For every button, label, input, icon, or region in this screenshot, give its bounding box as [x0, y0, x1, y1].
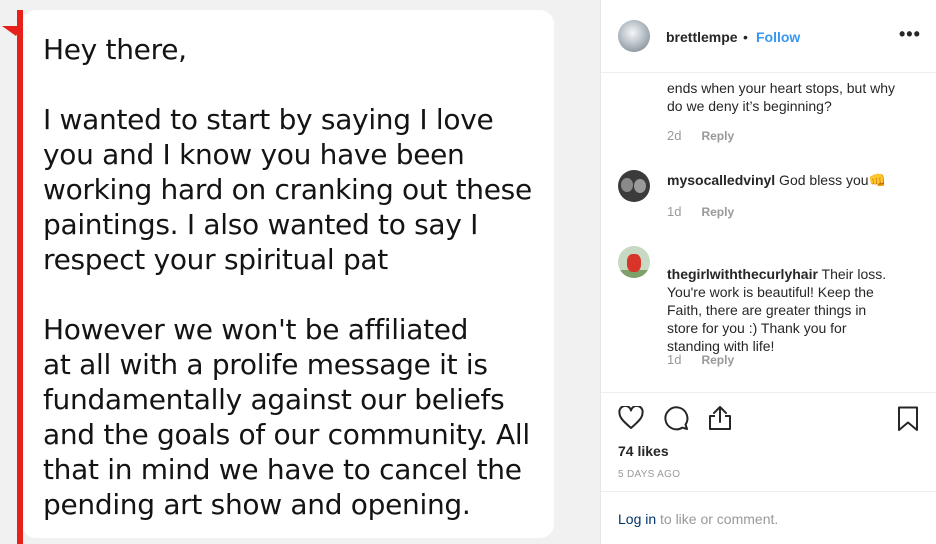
share-icon[interactable] — [707, 405, 733, 436]
comments-list[interactable]: ends when your heart stops, but why do w… — [601, 74, 936, 392]
comment-age: 2d — [667, 128, 682, 143]
avatar[interactable] — [618, 20, 650, 52]
follow-button[interactable]: Follow — [756, 29, 800, 45]
comment-meta: 1d Reply — [667, 352, 734, 367]
comment-meta: 1d Reply — [667, 204, 734, 219]
comment-age: 1d — [667, 204, 682, 219]
heart-icon[interactable] — [618, 404, 644, 435]
login-prompt: Log in to like or comment. — [601, 491, 936, 544]
login-link[interactable]: Log in — [618, 511, 656, 527]
likes-count[interactable]: 74 likes — [618, 443, 669, 459]
comment-text: thegirlwiththecurlyhair Their loss. You'… — [667, 247, 929, 355]
post-header: brettlempe • Follow ••• — [601, 0, 936, 73]
header-separator: • — [743, 29, 748, 45]
message-accent-tip — [2, 26, 22, 36]
avatar-figure — [627, 254, 641, 272]
message-text: Hey there, I wanted to start by saying I… — [43, 33, 532, 521]
post-actions: 74 likes 5 DAYS AGO — [601, 392, 936, 492]
avatar-face — [621, 178, 633, 192]
comment-text: mysocalledvinyl God bless you👊 — [667, 171, 927, 189]
avatar-face — [634, 179, 646, 193]
more-options-icon[interactable]: ••• — [899, 24, 921, 45]
bookmark-icon[interactable] — [897, 406, 919, 437]
post-side-panel: brettlempe • Follow ••• ends when your h… — [600, 0, 936, 544]
reply-button[interactable]: Reply — [701, 129, 734, 143]
comment-meta: 2d Reply — [667, 128, 734, 143]
avatar[interactable] — [618, 170, 650, 202]
post-timestamp: 5 DAYS AGO — [618, 469, 681, 480]
comment-partial-text: ends when your heart stops, but why do w… — [667, 80, 896, 114]
comment-username[interactable]: thegirlwiththecurlyhair — [667, 266, 818, 282]
comment-icon[interactable] — [663, 405, 689, 436]
comment-age: 1d — [667, 352, 682, 367]
reply-button[interactable]: Reply — [701, 353, 734, 367]
comment-username[interactable]: mysocalledvinyl — [667, 172, 775, 188]
comment-text: ends when your heart stops, but why do w… — [667, 74, 927, 115]
login-prompt-text: to like or comment. — [660, 511, 779, 527]
message-accent-bar — [17, 10, 23, 544]
author-username[interactable]: brettlempe — [666, 29, 738, 45]
post-image: Hey there, I wanted to start by saying I… — [0, 0, 600, 544]
comment-body: God bless you👊 — [775, 172, 886, 188]
reply-button[interactable]: Reply — [701, 205, 734, 219]
avatar[interactable] — [618, 246, 650, 278]
